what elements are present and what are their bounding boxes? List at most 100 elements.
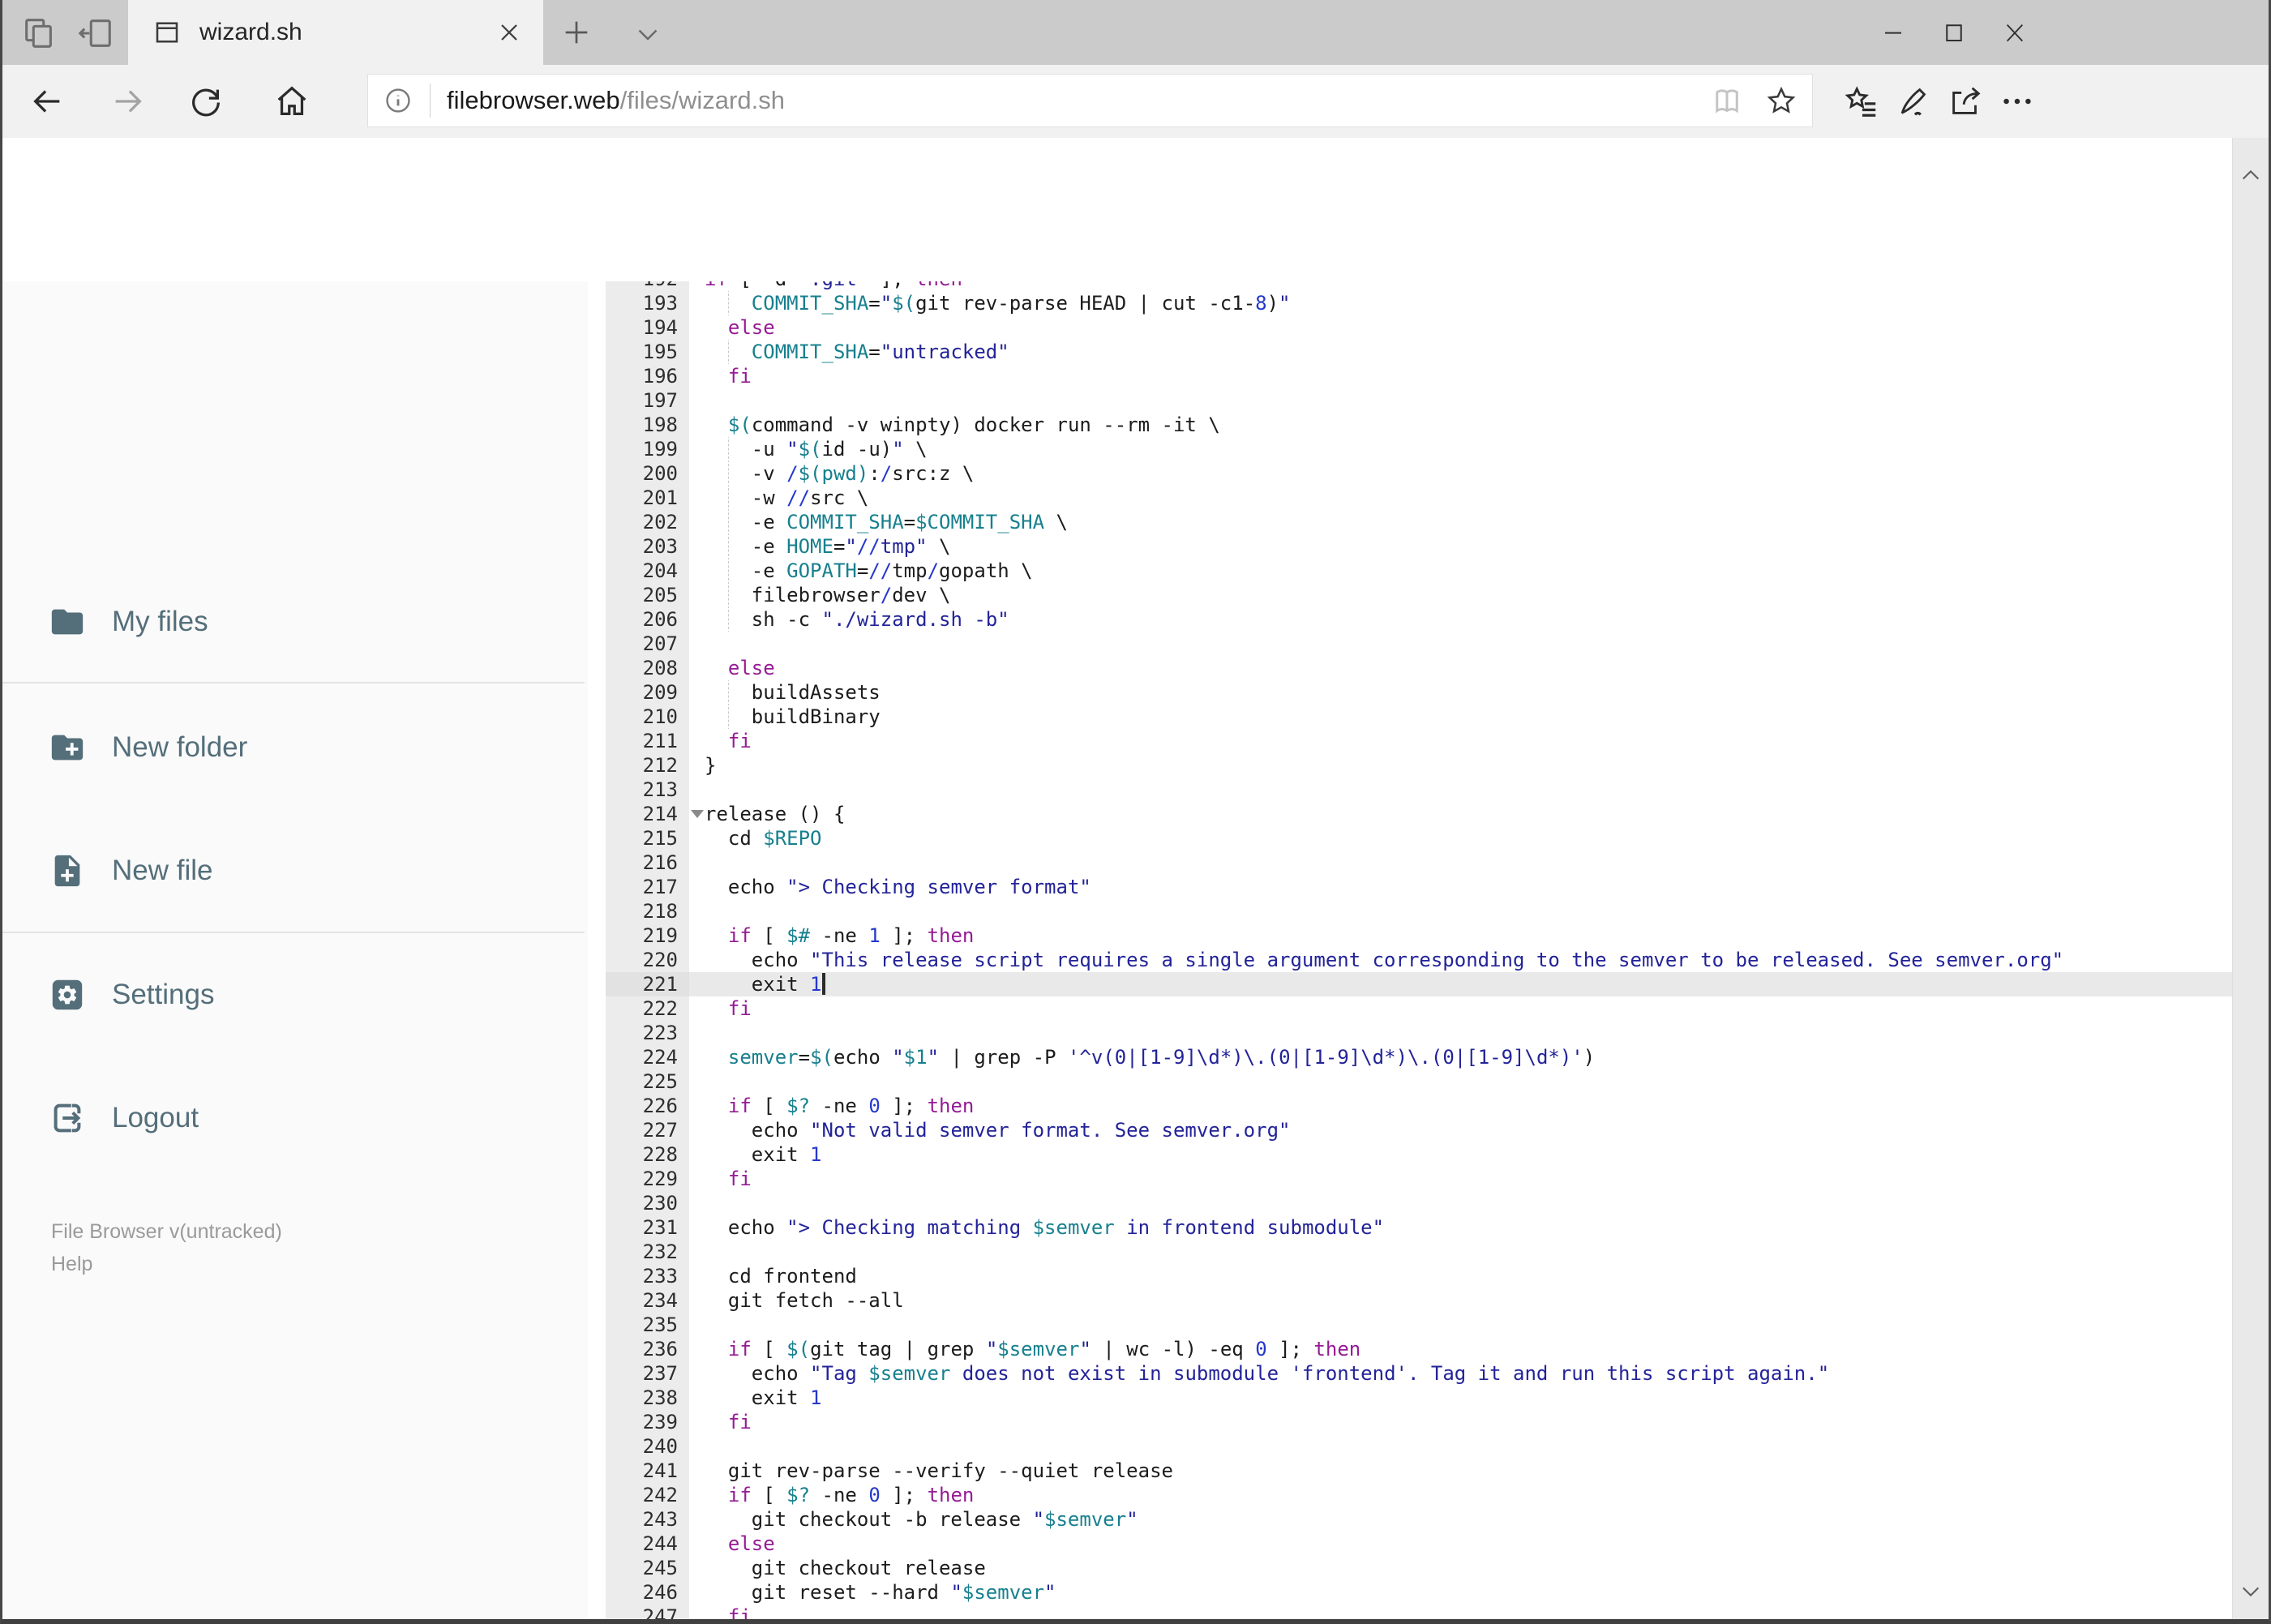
sidebar-item-new-folder[interactable]: New folder [49, 727, 247, 768]
code-text[interactable]: if [ -d ".git" ]; then [689, 281, 2232, 291]
forward-icon[interactable] [109, 83, 147, 120]
code-line-247[interactable]: 247 fi [588, 1605, 2232, 1619]
code-text[interactable] [689, 1240, 2232, 1264]
reading-view-icon[interactable] [1710, 84, 1744, 118]
code-text[interactable] [689, 1313, 2232, 1337]
tab-preview-icon[interactable] [20, 15, 58, 52]
minimize-button[interactable] [1863, 0, 1923, 65]
code-text[interactable]: buildBinary [689, 705, 2232, 729]
code-line-207[interactable]: 207 [588, 632, 2232, 656]
code-line-227[interactable]: 227 echo "Not valid semver format. See s… [588, 1118, 2232, 1142]
code-text[interactable]: cd $REPO [689, 826, 2232, 851]
code-text[interactable]: echo "> Checking matching $semver in fro… [689, 1215, 2232, 1240]
code-line-244[interactable]: 244 else [588, 1532, 2232, 1556]
code-text[interactable]: -v /$(pwd):/src:z \ [689, 461, 2232, 486]
code-line-236[interactable]: 236 if [ $(git tag | grep "$semver" | wc… [588, 1337, 2232, 1361]
code-text[interactable]: else [689, 315, 2232, 340]
code-line-198[interactable]: 198 $(command -v winpty) docker run --rm… [588, 413, 2232, 437]
code-text[interactable]: echo "This release script requires a sin… [689, 948, 2232, 972]
code-text[interactable]: fi [689, 1410, 2232, 1434]
code-text[interactable]: -u "$(id -u)" \ [689, 437, 2232, 461]
code-text[interactable]: filebrowser/dev \ [689, 583, 2232, 607]
back-icon[interactable] [28, 83, 66, 120]
code-line-220[interactable]: 220 echo "This release script requires a… [588, 948, 2232, 972]
sidebar-item-my-files[interactable]: My files [49, 602, 208, 642]
code-line-216[interactable]: 216 [588, 851, 2232, 875]
code-text[interactable]: } [689, 753, 2232, 778]
code-line-245[interactable]: 245 git checkout release [588, 1556, 2232, 1580]
code-text[interactable]: fi [689, 996, 2232, 1021]
code-text[interactable] [689, 632, 2232, 656]
code-text[interactable]: echo "Not valid semver format. See semve… [689, 1118, 2232, 1142]
code-text[interactable]: exit 1 [689, 972, 2232, 996]
code-line-206[interactable]: 206 sh -c "./wizard.sh -b" [588, 607, 2232, 632]
code-text[interactable]: fi [689, 364, 2232, 388]
code-line-200[interactable]: 200 -v /$(pwd):/src:z \ [588, 461, 2232, 486]
code-line-199[interactable]: 199 -u "$(id -u)" \ [588, 437, 2232, 461]
code-text[interactable]: cd frontend [689, 1264, 2232, 1288]
code-line-194[interactable]: 194 else [588, 315, 2232, 340]
scroll-up-icon[interactable] [2239, 164, 2262, 186]
code-line-241[interactable]: 241 git rev-parse --verify --quiet relea… [588, 1459, 2232, 1483]
code-text[interactable]: git rev-parse --verify --quiet release [689, 1459, 2232, 1483]
code-line-210[interactable]: 210 buildBinary [588, 705, 2232, 729]
code-line-205[interactable]: 205 filebrowser/dev \ [588, 583, 2232, 607]
code-line-192[interactable]: 192if [ -d ".git" ]; then [588, 281, 2232, 291]
code-line-230[interactable]: 230 [588, 1191, 2232, 1215]
code-text[interactable]: COMMIT_SHA="$(git rev-parse HEAD | cut -… [689, 291, 2232, 315]
code-text[interactable]: $(command -v winpty) docker run --rm -it… [689, 413, 2232, 437]
help-link[interactable]: Help [51, 1253, 92, 1276]
code-text[interactable] [689, 1069, 2232, 1094]
set-tabs-aside-icon[interactable] [77, 15, 114, 52]
close-window-button[interactable] [1985, 0, 2045, 65]
code-text[interactable]: -e HOME="//tmp" \ [689, 534, 2232, 559]
code-text[interactable]: buildAssets [689, 680, 2232, 705]
code-text[interactable]: if [ $(git tag | grep "$semver" | wc -l)… [689, 1337, 2232, 1361]
code-line-193[interactable]: 193 COMMIT_SHA="$(git rev-parse HEAD | c… [588, 291, 2232, 315]
code-text[interactable]: echo "Tag $semver does not exist in subm… [689, 1361, 2232, 1386]
code-text[interactable] [689, 851, 2232, 875]
code-line-235[interactable]: 235 [588, 1313, 2232, 1337]
code-text[interactable]: git checkout release [689, 1556, 2232, 1580]
code-line-234[interactable]: 234 git fetch --all [588, 1288, 2232, 1313]
code-text[interactable]: sh -c "./wizard.sh -b" [689, 607, 2232, 632]
code-line-226[interactable]: 226 if [ $? -ne 0 ]; then [588, 1094, 2232, 1118]
url-bar[interactable]: filebrowser.web/files/wizard.sh [367, 74, 1813, 127]
code-line-222[interactable]: 222 fi [588, 996, 2232, 1021]
code-line-217[interactable]: 217 echo "> Checking semver format" [588, 875, 2232, 899]
code-line-213[interactable]: 213 [588, 778, 2232, 802]
code-text[interactable]: COMMIT_SHA="untracked" [689, 340, 2232, 364]
sidebar-item-new-file[interactable]: New file [49, 851, 212, 891]
code-text[interactable]: semver=$(echo "$1" | grep -P '^v(0|[1-9]… [689, 1045, 2232, 1069]
code-editor[interactable]: 192if [ -d ".git" ]; then193 COMMIT_SHA=… [588, 281, 2232, 1619]
web-notes-pen-icon[interactable] [1895, 83, 1932, 120]
code-line-246[interactable]: 246 git reset --hard "$semver" [588, 1580, 2232, 1605]
code-text[interactable]: if [ $# -ne 1 ]; then [689, 923, 2232, 948]
sidebar-item-logout[interactable]: Logout [49, 1098, 199, 1138]
code-text[interactable]: fi [689, 729, 2232, 753]
code-text[interactable]: release () { [689, 802, 2232, 826]
tab-list-chevron-icon[interactable] [633, 19, 662, 49]
code-text[interactable] [689, 899, 2232, 923]
code-text[interactable]: fi [689, 1605, 2232, 1619]
code-line-242[interactable]: 242 if [ $? -ne 0 ]; then [588, 1483, 2232, 1507]
new-tab-icon[interactable] [560, 16, 593, 49]
code-text[interactable]: exit 1 [689, 1386, 2232, 1410]
code-line-224[interactable]: 224 semver=$(echo "$1" | grep -P '^v(0|[… [588, 1045, 2232, 1069]
code-text[interactable]: if [ $? -ne 0 ]; then [689, 1094, 2232, 1118]
code-text[interactable]: if [ $? -ne 0 ]; then [689, 1483, 2232, 1507]
code-text[interactable]: echo "> Checking semver format" [689, 875, 2232, 899]
code-text[interactable] [689, 778, 2232, 802]
code-text[interactable] [689, 1191, 2232, 1215]
code-text[interactable] [689, 1021, 2232, 1045]
code-text[interactable]: -e GOPATH=//tmp/gopath \ [689, 559, 2232, 583]
code-line-211[interactable]: 211 fi [588, 729, 2232, 753]
code-text[interactable]: git checkout -b release "$semver" [689, 1507, 2232, 1532]
sidebar-item-settings[interactable]: Settings [49, 975, 214, 1015]
code-line-212[interactable]: 212} [588, 753, 2232, 778]
code-line-237[interactable]: 237 echo "Tag $semver does not exist in … [588, 1361, 2232, 1386]
code-text[interactable] [689, 388, 2232, 413]
code-text[interactable] [689, 1434, 2232, 1459]
browser-tab[interactable]: wizard.sh [128, 0, 543, 65]
code-line-218[interactable]: 218 [588, 899, 2232, 923]
